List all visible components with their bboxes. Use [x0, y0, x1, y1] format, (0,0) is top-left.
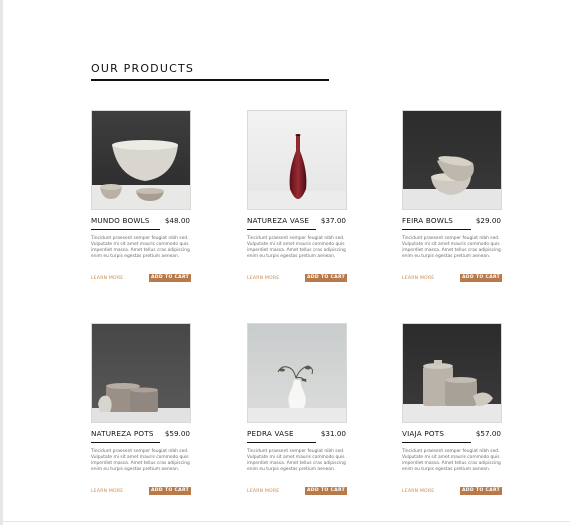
add-to-cart-button[interactable]: ADD TO CART	[305, 274, 347, 282]
product-price: $59.00	[164, 429, 190, 438]
product-price: $37.00	[320, 216, 346, 225]
product-price: $29.00	[475, 216, 501, 225]
page-bottom-border	[0, 521, 570, 522]
product-price: $48.00	[164, 216, 190, 225]
learn-more-link[interactable]: LEARN MORE	[402, 489, 434, 494]
product-name-underline	[91, 442, 160, 443]
learn-more-link[interactable]: LEARN MORE	[247, 489, 279, 494]
product-image[interactable]	[402, 323, 502, 423]
product-image[interactable]	[402, 110, 502, 210]
product-image[interactable]	[247, 323, 347, 423]
section-title: OUR PRODUCTS	[91, 62, 195, 75]
product-name[interactable]: FEIRA BOWLS	[402, 216, 453, 225]
product-card: NATUREZA POTS $59.00 Tincidunt praesent …	[91, 323, 191, 495]
product-name[interactable]: VIAJA POTS	[402, 429, 444, 438]
product-card: FEIRA BOWLS $29.00 Tincidunt praesent se…	[402, 110, 502, 282]
add-to-cart-button[interactable]: ADD TO CART	[149, 487, 191, 495]
product-name-underline	[402, 442, 471, 443]
add-to-cart-button[interactable]: ADD TO CART	[460, 487, 502, 495]
product-price: $57.00	[475, 429, 501, 438]
product-card: VIAJA POTS $57.00 Tincidunt praesent sem…	[402, 323, 502, 495]
add-to-cart-button[interactable]: ADD TO CART	[460, 274, 502, 282]
section-title-underline	[91, 79, 329, 81]
product-description: Tincidunt praesent semper feugiat nibh s…	[402, 449, 501, 472]
product-card: PEDRA VASE $31.00 Tincidunt praesent sem…	[247, 323, 347, 495]
product-price: $31.00	[320, 429, 346, 438]
add-to-cart-button[interactable]: ADD TO CART	[305, 487, 347, 495]
product-name-underline	[247, 442, 316, 443]
learn-more-link[interactable]: LEARN MORE	[91, 489, 123, 494]
product-name[interactable]: NATUREZA VASE	[247, 216, 309, 225]
product-image[interactable]	[247, 110, 347, 210]
learn-more-link[interactable]: LEARN MORE	[247, 276, 279, 281]
product-name-underline	[247, 229, 316, 230]
learn-more-link[interactable]: LEARN MORE	[402, 276, 434, 281]
product-description: Tincidunt praesent semper feugiat nibh s…	[91, 236, 190, 259]
product-description: Tincidunt praesent semper feugiat nibh s…	[91, 449, 190, 472]
product-card: MUNDO BOWLS $48.00 Tincidunt praesent se…	[91, 110, 191, 282]
page-left-border	[0, 0, 3, 525]
product-name-underline	[402, 229, 471, 230]
product-image[interactable]	[91, 110, 191, 210]
add-to-cart-button[interactable]: ADD TO CART	[149, 274, 191, 282]
product-card: NATUREZA VASE $37.00 Tincidunt praesent …	[247, 110, 347, 282]
product-description: Tincidunt praesent semper feugiat nibh s…	[247, 236, 346, 259]
product-description: Tincidunt praesent semper feugiat nibh s…	[247, 449, 346, 472]
product-description: Tincidunt praesent semper feugiat nibh s…	[402, 236, 501, 259]
learn-more-link[interactable]: LEARN MORE	[91, 276, 123, 281]
product-name[interactable]: PEDRA VASE	[247, 429, 294, 438]
product-name[interactable]: MUNDO BOWLS	[91, 216, 150, 225]
product-image[interactable]	[91, 323, 191, 423]
product-name[interactable]: NATUREZA POTS	[91, 429, 154, 438]
product-name-underline	[91, 229, 160, 230]
